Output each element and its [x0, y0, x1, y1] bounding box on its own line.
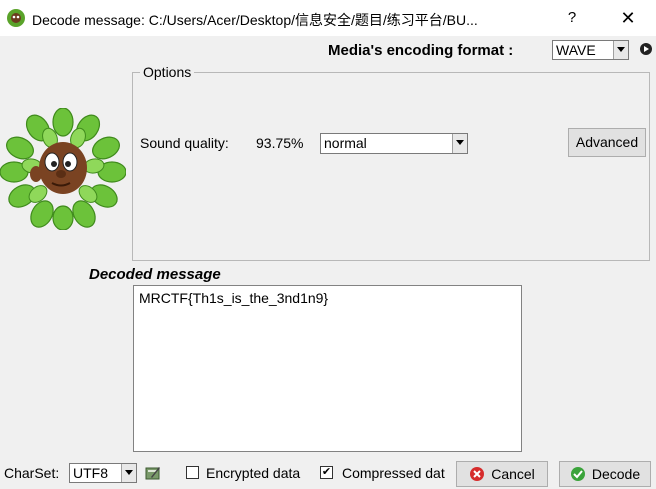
- charset-selected: UTF8: [73, 465, 108, 481]
- cancel-label: Cancel: [491, 466, 535, 482]
- decode-dialog: Decode message: C:/Users/Acer/Desktop/信息…: [0, 0, 656, 489]
- chevron-down-icon: [452, 134, 467, 153]
- charset-select[interactable]: UTF8: [69, 463, 137, 483]
- chevron-down-icon: [121, 464, 136, 482]
- encrypted-data-checkbox[interactable]: [186, 466, 199, 479]
- cancel-button[interactable]: Cancel: [456, 461, 548, 487]
- encoding-format-select[interactable]: WAVE: [552, 40, 629, 60]
- encrypted-data-label: Encrypted data: [206, 465, 301, 481]
- compressed-data-checkbox[interactable]: ✔: [320, 466, 333, 479]
- decoded-message-textarea[interactable]: MRCTF{Th1s_is_the_3nd1n9}: [133, 285, 522, 452]
- title-bar: Decode message: C:/Users/Acer/Desktop/信息…: [0, 0, 656, 36]
- close-button[interactable]: ✕: [614, 6, 642, 30]
- help-button[interactable]: ?: [560, 8, 584, 28]
- charset-label: CharSet:: [4, 465, 60, 481]
- sound-quality-selected: normal: [324, 135, 367, 151]
- options-group: [132, 72, 650, 261]
- play-icon[interactable]: [640, 43, 652, 55]
- encoding-format-label: Media's encoding format :: [328, 42, 514, 59]
- sound-quality-value: 93.75%: [256, 135, 304, 151]
- sound-quality-label: Sound quality:: [140, 135, 229, 151]
- decode-button[interactable]: Decode: [559, 461, 651, 487]
- encoding-format-value: WAVE: [556, 42, 596, 58]
- chevron-down-icon: [613, 41, 628, 59]
- edit-charset-icon[interactable]: [145, 465, 161, 481]
- compressed-data-label: Compressed dat: [342, 465, 445, 481]
- sound-quality-select[interactable]: normal: [320, 133, 468, 154]
- decoded-message-label: Decoded message: [89, 266, 221, 283]
- mascot-logo: [0, 108, 126, 230]
- decode-label: Decode: [591, 466, 641, 482]
- options-group-title: Options: [140, 64, 195, 80]
- checkmark-icon: [570, 467, 585, 481]
- advanced-button[interactable]: Advanced: [568, 128, 646, 157]
- window-title: Decode message: C:/Users/Acer/Desktop/信息…: [32, 12, 478, 28]
- app-icon: [7, 9, 25, 27]
- cancel-icon: [470, 467, 485, 481]
